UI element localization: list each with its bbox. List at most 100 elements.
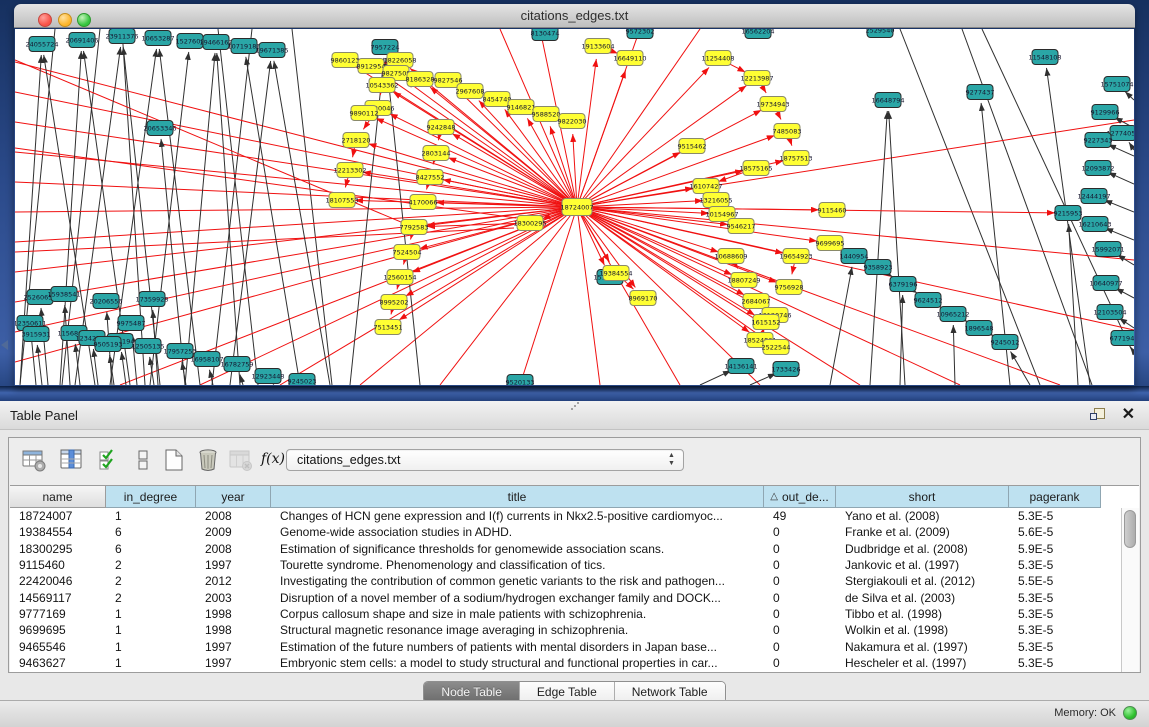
graph-node[interactable]: 9975487: [117, 316, 146, 331]
graph-node[interactable]: 16782759: [220, 357, 253, 372]
graph-node[interactable]: 20691406: [65, 33, 98, 48]
graph-node[interactable]: 9699695: [816, 236, 845, 251]
show-columns-icon[interactable]: [59, 447, 87, 475]
graph-node[interactable]: 1896548: [965, 321, 994, 336]
column-header[interactable]: short: [836, 486, 1009, 508]
graph-node[interactable]: 9546217: [727, 219, 756, 234]
delete-selected-icon[interactable]: [195, 447, 223, 475]
graph-node[interactable]: 15751074: [1100, 77, 1133, 92]
close-panel-icon[interactable]: ✕: [1122, 405, 1135, 425]
graph-node[interactable]: 10965212: [936, 307, 969, 322]
graph-node[interactable]: 2529540: [866, 29, 895, 38]
graph-node[interactable]: 3915931: [22, 327, 51, 342]
collapse-arrow-icon[interactable]: [1, 340, 8, 350]
graph-node[interactable]: 9277437: [966, 85, 995, 100]
graph-node[interactable]: 1733426: [772, 362, 801, 377]
column-header[interactable]: in_degree: [106, 486, 196, 508]
graph-node[interactable]: 19671385: [255, 43, 288, 58]
graph-node[interactable]: 12560154: [383, 270, 416, 285]
graph-node[interactable]: 9822030: [558, 114, 587, 129]
graph-node[interactable]: 1615152: [752, 315, 781, 330]
graph-node[interactable]: 8427552: [416, 170, 445, 185]
graph-node[interactable]: 2718120: [342, 133, 371, 148]
graph-node[interactable]: 9245023: [288, 374, 317, 386]
graph-node[interactable]: 9515462: [678, 139, 707, 154]
graph-node[interactable]: 12923448: [251, 369, 284, 384]
graph-node[interactable]: 15938541: [47, 287, 80, 302]
graph-node[interactable]: 19133604: [581, 39, 614, 54]
table-settings-icon[interactable]: [21, 447, 49, 475]
graph-node[interactable]: 9624512: [914, 293, 943, 308]
graph-node[interactable]: 12213302: [333, 163, 366, 178]
graph-node[interactable]: 1440954: [840, 249, 869, 264]
graph-node[interactable]: 14136141: [724, 359, 757, 374]
splitter-handle[interactable]: [569, 402, 581, 412]
graph-node[interactable]: 9572302: [626, 29, 655, 39]
table-row[interactable]: 1872400712008Changes of HCN gene express…: [10, 508, 1121, 524]
table-row[interactable]: 1456911722003Disruption of a novel membe…: [10, 589, 1121, 605]
table-row[interactable]: 969969511998Structural magnetic resonanc…: [10, 622, 1121, 638]
float-panel-icon[interactable]: [1090, 408, 1105, 422]
graph-node[interactable]: 9756928: [775, 280, 804, 295]
table-row[interactable]: 1938455462009Genome-wide association stu…: [10, 524, 1121, 540]
network-canvas[interactable]: 2405572420691406239113761065328715276021…: [15, 29, 1134, 385]
table-row[interactable]: 946554611997Estimation of the future num…: [10, 638, 1121, 654]
graph-node[interactable]: 12505135: [131, 339, 164, 354]
graph-node[interactable]: 9245012: [991, 335, 1020, 350]
graph-node[interactable]: 18757513: [779, 151, 812, 166]
graph-node[interactable]: 7792583: [400, 220, 429, 235]
graph-node[interactable]: 9860123: [331, 53, 360, 68]
create-table-icon[interactable]: [161, 447, 189, 475]
graph-node[interactable]: 19654923: [779, 249, 812, 264]
graph-node[interactable]: 2522544: [762, 340, 791, 355]
close-window-button[interactable]: [38, 13, 52, 27]
function-builder-icon[interactable]: f(x): [261, 451, 285, 467]
graph-node[interactable]: 18107553: [325, 193, 358, 208]
graph-node[interactable]: 8186328: [406, 72, 435, 87]
table-selector-dropdown[interactable]: citations_edges.txt ▲▼: [286, 449, 684, 471]
graph-node[interactable]: 6379196: [889, 277, 918, 292]
graph-node[interactable]: 16649110: [613, 51, 646, 66]
column-header[interactable]: name: [10, 486, 106, 508]
graph-node[interactable]: 12213987: [740, 71, 773, 86]
select-all-icon[interactable]: [97, 447, 125, 475]
table-row[interactable]: 1830029562008Estimation of significance …: [10, 541, 1121, 557]
graph-node[interactable]: 9890112: [350, 106, 379, 121]
graph-node[interactable]: 9520133: [506, 375, 535, 386]
table-row[interactable]: 2242004622012Investigating the contribut…: [10, 573, 1121, 589]
graph-node[interactable]: 18300295: [513, 216, 546, 231]
graph-node[interactable]: 4170066: [409, 195, 438, 210]
graph-node[interactable]: 6771941: [1110, 331, 1134, 346]
table-row[interactable]: 911546021997Tourette syndrome. Phenomeno…: [10, 557, 1121, 573]
graph-node[interactable]: 2684067: [742, 294, 771, 309]
graph-node[interactable]: 18807249: [727, 273, 760, 288]
graph-node[interactable]: 9505193: [94, 337, 123, 352]
citation-network-graph[interactable]: 2405572420691406239113761065328715276021…: [15, 29, 1134, 385]
graph-node[interactable]: 18575165: [739, 161, 772, 176]
graph-node[interactable]: 9358923: [864, 260, 893, 275]
graph-node[interactable]: 16958107: [190, 352, 223, 367]
column-header[interactable]: △out_de...: [764, 486, 836, 508]
zoom-window-button[interactable]: [77, 13, 91, 27]
graph-node[interactable]: 11254408: [701, 51, 734, 66]
graph-node[interactable]: 23911376: [105, 29, 138, 44]
graph-node[interactable]: 15992071: [1091, 242, 1124, 257]
graph-node[interactable]: 12444197: [1077, 189, 1110, 204]
graph-node[interactable]: 2967608: [456, 84, 485, 99]
graph-node[interactable]: 8969170: [629, 291, 658, 306]
column-header[interactable]: pagerank: [1009, 486, 1101, 508]
graph-node[interactable]: 16648794: [871, 93, 904, 108]
graph-node[interactable]: 9227343: [1084, 133, 1113, 148]
graph-node[interactable]: 12103504: [1093, 305, 1126, 320]
graph-node[interactable]: 24055724: [25, 37, 58, 52]
table-row[interactable]: 946362711997Embryonic stem cells: a mode…: [10, 655, 1121, 671]
graph-node[interactable]: 10688609: [714, 249, 747, 264]
graph-node[interactable]: 20653346: [143, 121, 176, 136]
graph-node[interactable]: 16107427: [689, 179, 722, 194]
graph-node[interactable]: 7513451: [374, 320, 403, 335]
graph-node[interactable]: 12093872: [1081, 161, 1114, 176]
graph-node[interactable]: 18724007: [560, 199, 593, 216]
column-header[interactable]: year: [196, 486, 271, 508]
graph-node[interactable]: 8995202: [380, 295, 409, 310]
row-tools-icon[interactable]: [130, 447, 158, 475]
